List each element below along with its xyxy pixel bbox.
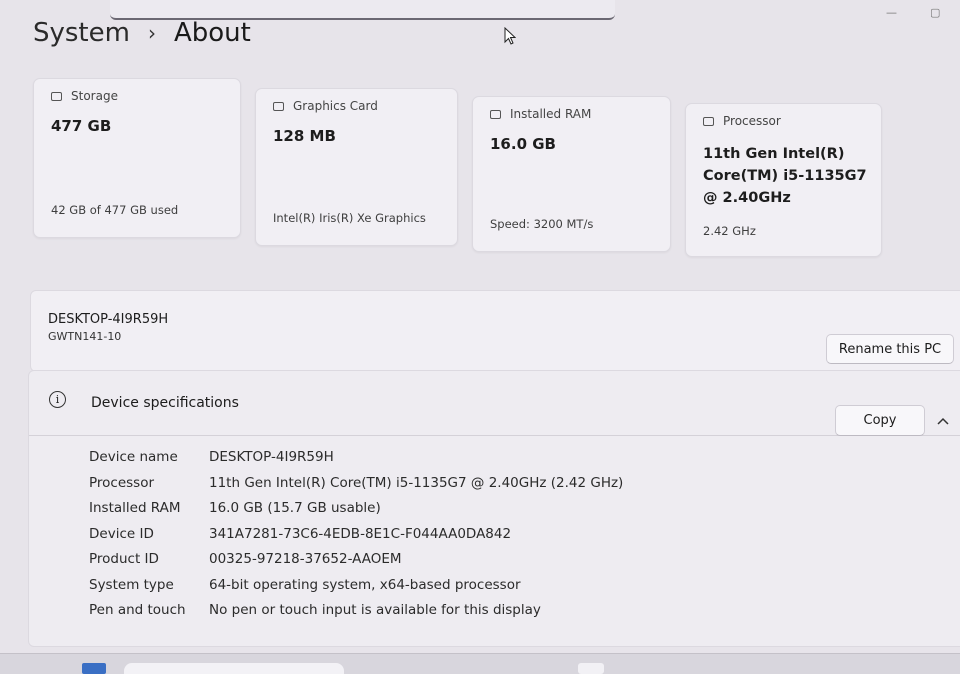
storage-icon: [51, 91, 62, 101]
ram-card-value: 16.0 GB: [490, 135, 556, 153]
minimize-button[interactable]: —: [886, 6, 897, 19]
ram-card-sub: Speed: 3200 MT/s: [490, 217, 594, 231]
pc-model: GWTN141-10: [48, 330, 122, 343]
rename-pc-button[interactable]: Rename this PC: [826, 334, 954, 364]
chevron-up-icon[interactable]: [937, 417, 949, 425]
device-specifications-title: Device specifications: [91, 395, 239, 411]
storage-card-label: Storage: [71, 89, 118, 103]
spec-row-processor: Processor 11th Gen Intel(R) Core(TM) i5-…: [89, 474, 624, 491]
breadcrumb: System › About: [33, 18, 251, 48]
mouse-cursor-icon: [504, 27, 516, 45]
storage-card-sub: 42 GB of 477 GB used: [51, 203, 179, 217]
processor-card-sub: 2.42 GHz: [703, 224, 756, 238]
spec-row-product-id: Product ID 00325-97218-37652-AAOEM: [89, 551, 402, 567]
start-icon[interactable]: [82, 663, 106, 674]
ram-card[interactable]: Installed RAM 16.0 GB Speed: 3200 MT/s: [472, 96, 671, 252]
divider: [29, 435, 960, 436]
storage-card-value: 477 GB: [51, 117, 112, 135]
processor-card[interactable]: Processor 11th Gen Intel(R) Core(TM) i5-…: [685, 103, 882, 257]
graphics-card-icon: [273, 101, 284, 111]
storage-card[interactable]: Storage 477 GB 42 GB of 477 GB used: [33, 78, 241, 238]
ram-card-label: Installed RAM: [510, 107, 592, 121]
info-icon: i: [49, 391, 66, 408]
copy-button[interactable]: Copy: [835, 405, 925, 436]
graphics-card-sub: Intel(R) Iris(R) Xe Graphics: [273, 211, 426, 225]
spec-row-device-id: Device ID 341A7281-73C6-4EDB-8E1C-F044AA…: [89, 525, 512, 542]
breadcrumb-system-link[interactable]: System: [33, 18, 130, 48]
taskbar-search[interactable]: [124, 663, 344, 674]
spec-row-pen-and-touch: Pen and touch No pen or touch input is a…: [89, 602, 541, 618]
taskbar: [0, 653, 960, 674]
processor-icon: [703, 116, 714, 126]
processor-card-label: Processor: [723, 114, 781, 128]
graphics-card-label: Graphics Card: [293, 99, 378, 113]
spec-row-installed-ram: Installed RAM 16.0 GB (15.7 GB usable): [89, 500, 381, 516]
graphics-card-card[interactable]: Graphics Card 128 MB Intel(R) Iris(R) Xe…: [255, 88, 458, 246]
processor-card-value: 11th Gen Intel(R) Core(TM) i5-1135G7 @ 2…: [703, 146, 867, 206]
spec-row-device-name: Device name DESKTOP-4I9R59H: [89, 449, 334, 465]
window-top-edge: [110, 0, 615, 20]
spec-list: Device name DESKTOP-4I9R59H Processor 11…: [89, 449, 623, 628]
ram-icon: [490, 109, 501, 119]
chevron-right-icon: ›: [147, 21, 156, 45]
spec-row-system-type: System type 64-bit operating system, x64…: [89, 576, 521, 593]
pc-name: DESKTOP-4I9R59H: [48, 312, 169, 327]
pc-name-section: DESKTOP-4I9R59H GWTN141-10: [30, 290, 960, 372]
taskbar-app-icon[interactable]: [578, 663, 604, 674]
device-specifications-panel: i Device specifications Device name DESK…: [28, 370, 960, 647]
graphics-card-value: 128 MB: [273, 127, 336, 145]
maximize-button[interactable]: ▢: [930, 6, 940, 19]
page-title: About: [173, 18, 251, 48]
